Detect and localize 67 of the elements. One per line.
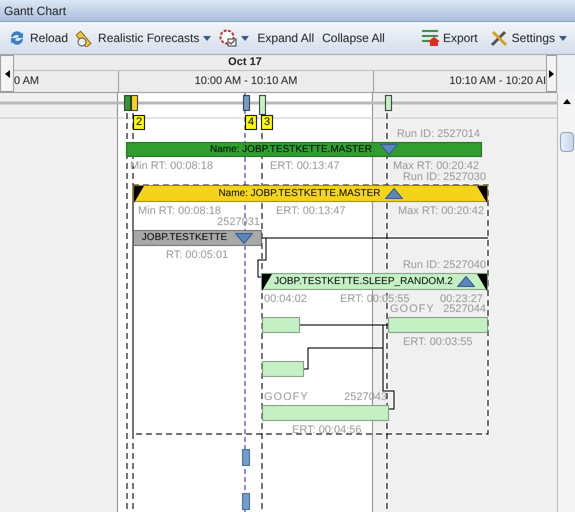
toolbar-button[interactable]: Reload [8, 29, 68, 47]
job-name: JOBP.TESTKETTE [142, 233, 228, 243]
timeline-marker[interactable] [131, 95, 138, 111]
scroll-left-button[interactable] [0, 55, 14, 92]
job-name: JOBP.TESTKETTE.SLEEP_RANDOM.2 [274, 276, 453, 286]
up-arrow-icon [562, 99, 570, 104]
clock-menu-button[interactable] [219, 29, 250, 47]
scrollbar-thumb[interactable] [560, 132, 574, 152]
task-bar[interactable] [262, 405, 389, 421]
job-label: GOOFY [390, 304, 435, 315]
run-id-label: Run ID: 2527040 [402, 260, 486, 271]
runtime-label: ERT: 00:13:47 [276, 206, 346, 217]
tools-icon [490, 29, 508, 47]
runtime-label: ERT: 00:03:55 [403, 337, 473, 348]
job-bar[interactable]: Name: JOBP.TESTKETTE.MASTER [126, 142, 482, 157]
run-id-label: 2527031 [217, 217, 260, 228]
task-bar[interactable] [242, 449, 250, 466]
date-label: Oct 17 [228, 55, 262, 70]
job-bar[interactable]: Name: JOBP.TESTKETTE.MASTER [133, 185, 488, 202]
marker-number-badge: 2 [133, 115, 146, 130]
job-name: Name: JOBP.TESTKETTE.MASTER [210, 144, 372, 154]
run-id-label: Run ID: 2527014 [396, 129, 480, 140]
marker-number-badge: 4 [245, 115, 258, 130]
refresh-icon [8, 29, 26, 47]
time-period-label: 0 AM [14, 74, 40, 90]
collapse-triangle-icon[interactable] [456, 276, 475, 287]
scroll-right-button[interactable] [546, 55, 557, 92]
run-id-label: 2527044 [443, 304, 486, 315]
time-period-label: 10:00 AM - 10:10 AM [194, 74, 298, 90]
job-name: Name: JOBP.TESTKETTE.MASTER [218, 188, 381, 198]
collapse-triangle-icon[interactable] [384, 188, 403, 199]
time-period-label: 10:10 AM - 10:20 AI [449, 74, 546, 90]
expand-triangle-icon[interactable] [235, 232, 254, 244]
run-id-label: Run ID: 2527030 [402, 172, 486, 183]
task-bar[interactable] [388, 317, 488, 333]
timeline-marker[interactable] [124, 95, 131, 111]
timeline-marker[interactable] [259, 95, 266, 115]
job-bar[interactable]: JOBP.TESTKETTE [133, 230, 262, 246]
corner-icon [262, 274, 272, 291]
left-arrow-icon [4, 70, 10, 78]
runtime-label: Max RT: 00:20:42 [393, 161, 480, 172]
runtime-label: ERT: 00:04:56 [292, 425, 362, 436]
runtime-label: Min RT: 00:08:18 [138, 206, 221, 217]
marker-number-badge: 3 [261, 115, 274, 130]
expand-triangle-icon[interactable] [380, 144, 398, 155]
timeline-marker[interactable] [243, 95, 250, 111]
right-arrow-icon [549, 70, 554, 78]
toolbar-button[interactable]: Settings [490, 29, 567, 47]
vertical-scrollbar[interactable] [557, 93, 575, 512]
runtime-label: 00:23:27 [440, 294, 483, 305]
timeline-marker[interactable] [385, 95, 392, 111]
toolbar-button[interactable]: Export [420, 29, 478, 47]
toolbar-button[interactable]: Realistic Forecasts [76, 29, 212, 47]
runtime-label: RT: 00:05:01 [166, 250, 228, 261]
task-bar[interactable] [262, 361, 304, 377]
task-bar[interactable] [242, 493, 250, 510]
runtime-label: ERT: 00:13:47 [270, 161, 340, 172]
clock-check-icon [219, 29, 238, 47]
window-title: Gantt Chart [4, 2, 66, 20]
job-bar[interactable]: JOBP.TESTKETTE.SLEEP_RANDOM.2 [261, 273, 488, 290]
job-label: GOOFY [264, 392, 309, 403]
toolbar-button[interactable]: Collapse All [322, 29, 385, 47]
runtime-label: Max RT: 00:20:42 [398, 206, 484, 217]
runtime-label: 00:04:02 [264, 294, 307, 305]
toolbar-button[interactable]: Expand All [257, 29, 314, 47]
export-icon [420, 29, 439, 47]
task-bar[interactable] [262, 317, 300, 333]
